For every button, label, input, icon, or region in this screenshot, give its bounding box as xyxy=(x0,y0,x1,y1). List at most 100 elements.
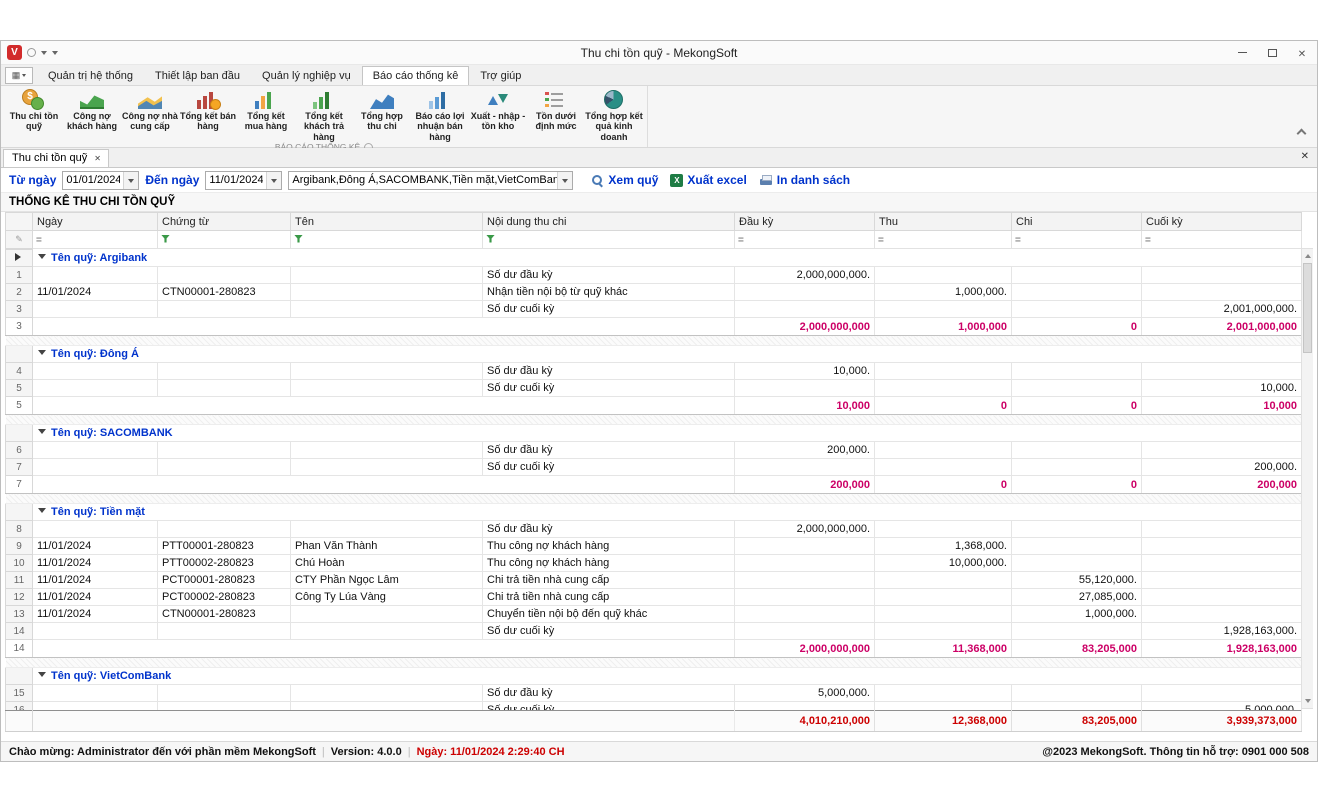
vertical-scrollbar[interactable] xyxy=(1301,248,1313,709)
action-link-1[interactable]: Xem quỹ xyxy=(591,173,658,187)
tab-close-icon[interactable] xyxy=(94,152,101,164)
table-row[interactable]: 14Số dư cuối kỳ1,928,163,000. xyxy=(6,623,1302,640)
maximize-icon xyxy=(1268,49,1277,57)
ribbon-item-3[interactable]: Công nợ nhà cung cấp xyxy=(121,87,179,132)
group-header-row[interactable]: Tên quỹ: Argibank xyxy=(6,250,1302,267)
ribbon-collapse-icon[interactable] xyxy=(1297,129,1307,139)
quick-access-menu-icon[interactable] xyxy=(52,51,58,58)
filter-cell-6[interactable] xyxy=(875,231,1012,249)
action-link-3[interactable]: In danh sách xyxy=(759,173,850,187)
report-title: THỐNG KÊ THU CHI TỒN QUỸ xyxy=(1,193,1317,212)
document-tab[interactable]: Thu chi tồn quỹ xyxy=(3,149,109,167)
group-header-row[interactable]: Tên quỹ: VietComBank xyxy=(6,668,1302,685)
table-row[interactable]: 1Số dư đầu kỳ2,000,000,000. xyxy=(6,267,1302,284)
table-row[interactable]: 911/01/2024PTT00001-280823Phan Văn Thành… xyxy=(6,538,1302,555)
maximize-button[interactable] xyxy=(1257,42,1287,64)
chevron-down-icon[interactable] xyxy=(41,51,47,58)
to-date-input[interactable] xyxy=(206,172,266,189)
action-link-2[interactable]: Xuất excel xyxy=(670,173,746,187)
ribbon-item-6[interactable]: Tổng kết khách trả hàng xyxy=(295,87,353,142)
from-date-dropdown-button[interactable] xyxy=(123,172,138,189)
ribbon-item-2[interactable]: Công nợ khách hàng xyxy=(63,87,121,132)
scroll-up-icon[interactable] xyxy=(1302,249,1313,262)
filter-cell-7[interactable] xyxy=(1012,231,1142,249)
cell xyxy=(158,623,291,640)
red-bars-clock-icon xyxy=(195,89,221,110)
chevron-down-icon xyxy=(22,74,26,79)
close-button[interactable] xyxy=(1287,42,1317,64)
table-row[interactable]: 1211/01/2024PCT00002-280823Công Ty Lúa V… xyxy=(6,589,1302,606)
row-number: 6 xyxy=(6,442,33,459)
menu-tab-5[interactable]: Trợ giúp xyxy=(469,66,532,85)
scrollbar-thumb[interactable] xyxy=(1303,263,1312,353)
minimize-button[interactable] xyxy=(1227,42,1257,64)
status-bar: Chào mừng: Administrator đến với phần mề… xyxy=(1,741,1317,761)
table-row[interactable]: 7Số dư cuối kỳ200,000. xyxy=(6,459,1302,476)
group-header-row[interactable]: Tên quỹ: Tiền mặt xyxy=(6,504,1302,521)
column-header-3[interactable]: Tên xyxy=(291,213,483,231)
table-row[interactable]: 16Số dư cuối kỳ5,000,000. xyxy=(6,702,1302,711)
cell xyxy=(291,702,483,711)
cell xyxy=(1012,685,1142,702)
filter-cell-3[interactable] xyxy=(291,231,483,249)
ribbon-item-8[interactable]: Báo cáo lợi nhuận bán hàng xyxy=(411,87,469,142)
fund-select-combo[interactable]: Argibank,Đông Á,SACOMBANK,Tiền mặt,VietC… xyxy=(288,171,573,190)
row-indicator-cell xyxy=(6,504,33,521)
table-row[interactable]: 6Số dư đầu kỳ200,000. xyxy=(6,442,1302,459)
table-row[interactable]: 15Số dư đầu kỳ5,000,000. xyxy=(6,685,1302,702)
ribbon-item-10[interactable]: Tồn dưới định mức xyxy=(527,87,585,132)
fund-select-dropdown-button[interactable] xyxy=(557,172,572,189)
ribbon-item-4[interactable]: Tổng kết bán hàng xyxy=(179,87,237,132)
cell xyxy=(1012,380,1142,397)
cell xyxy=(33,380,158,397)
cell xyxy=(291,685,483,702)
group-total-row: 142,000,000,00011,368,00083,205,0001,928… xyxy=(6,640,1302,658)
menu-tab-2[interactable]: Thiết lập ban đầu xyxy=(144,66,251,85)
from-date-input[interactable] xyxy=(63,172,123,189)
column-header-7[interactable]: Chi xyxy=(1012,213,1142,231)
filter-cell-2[interactable] xyxy=(158,231,291,249)
table-row[interactable]: 5Số dư cuối kỳ10,000. xyxy=(6,380,1302,397)
table-row[interactable]: 3Số dư cuối kỳ2,001,000,000. xyxy=(6,301,1302,318)
group-header-row[interactable]: Tên quỹ: SACOMBANK xyxy=(6,425,1302,442)
table-row[interactable]: 1311/01/2024CTN00001-280823Chuyển tiền n… xyxy=(6,606,1302,623)
ribbon-item-5[interactable]: Tổng kết mua hàng xyxy=(237,87,295,132)
filter-cell-5[interactable] xyxy=(735,231,875,249)
column-header-1[interactable]: Ngày xyxy=(33,213,158,231)
table-row[interactable]: 8Số dư đầu kỳ2,000,000,000. xyxy=(6,521,1302,538)
menu-tab-4[interactable]: Báo cáo thống kê xyxy=(362,66,470,85)
menu-tab-1[interactable]: Quản trị hệ thống xyxy=(37,66,144,85)
welcome-text: Chào mừng: Administrator đến với phần mề… xyxy=(9,746,316,758)
column-header-5[interactable]: Đầu kỳ xyxy=(735,213,875,231)
filter-cell-4[interactable] xyxy=(483,231,735,249)
to-date-dropdown-button[interactable] xyxy=(266,172,281,189)
ribbon-item-9[interactable]: Xuất - nhập - tồn kho xyxy=(469,87,527,132)
group-total-row: 32,000,000,0001,000,00002,001,000,000 xyxy=(6,318,1302,336)
ribbon-item-7[interactable]: Tổng hợp thu chi xyxy=(353,87,411,132)
filter-cell-8[interactable] xyxy=(1142,231,1302,249)
table-row[interactable]: 4Số dư đầu kỳ10,000. xyxy=(6,363,1302,380)
column-header-2[interactable]: Chứng từ xyxy=(158,213,291,231)
ribbon-item-1[interactable]: Thu chi tồn quỹ xyxy=(5,87,63,132)
cell: 1,000,000. xyxy=(1012,606,1142,623)
document-tab-label: Thu chi tồn quỹ xyxy=(12,152,87,164)
date-text: Ngày: 11/01/2024 2:29:40 CH xyxy=(417,746,565,758)
table-row[interactable]: 1111/01/2024PCT00001-280823CTY Phần Ngọc… xyxy=(6,572,1302,589)
cell xyxy=(33,301,158,318)
table-row[interactable]: 1011/01/2024PTT00002-280823Chú HoànThu c… xyxy=(6,555,1302,572)
strip-close-icon[interactable] xyxy=(1301,151,1309,162)
scroll-down-icon[interactable] xyxy=(1302,695,1313,708)
row-number: 7 xyxy=(6,476,33,494)
filter-cell-1[interactable] xyxy=(33,231,158,249)
cell xyxy=(158,459,291,476)
group-header-row[interactable]: Tên quỹ: Đông Á xyxy=(6,346,1302,363)
ribbon-item-11[interactable]: Tổng hợp kết quả kinh doanh xyxy=(585,87,643,142)
ribbon-menu-button[interactable]: ▦ xyxy=(5,67,33,84)
column-header-8[interactable]: Cuối kỳ xyxy=(1142,213,1302,231)
menu-tab-3[interactable]: Quản lý nghiệp vụ xyxy=(251,66,362,85)
column-header-4[interactable]: Nội dung thu chi xyxy=(483,213,735,231)
spacer-cell xyxy=(6,494,1302,504)
ribbon-item-label: Công nợ khách hàng xyxy=(63,111,121,132)
table-row[interactable]: 211/01/2024CTN00001-280823Nhận tiền nội … xyxy=(6,284,1302,301)
column-header-6[interactable]: Thu xyxy=(875,213,1012,231)
